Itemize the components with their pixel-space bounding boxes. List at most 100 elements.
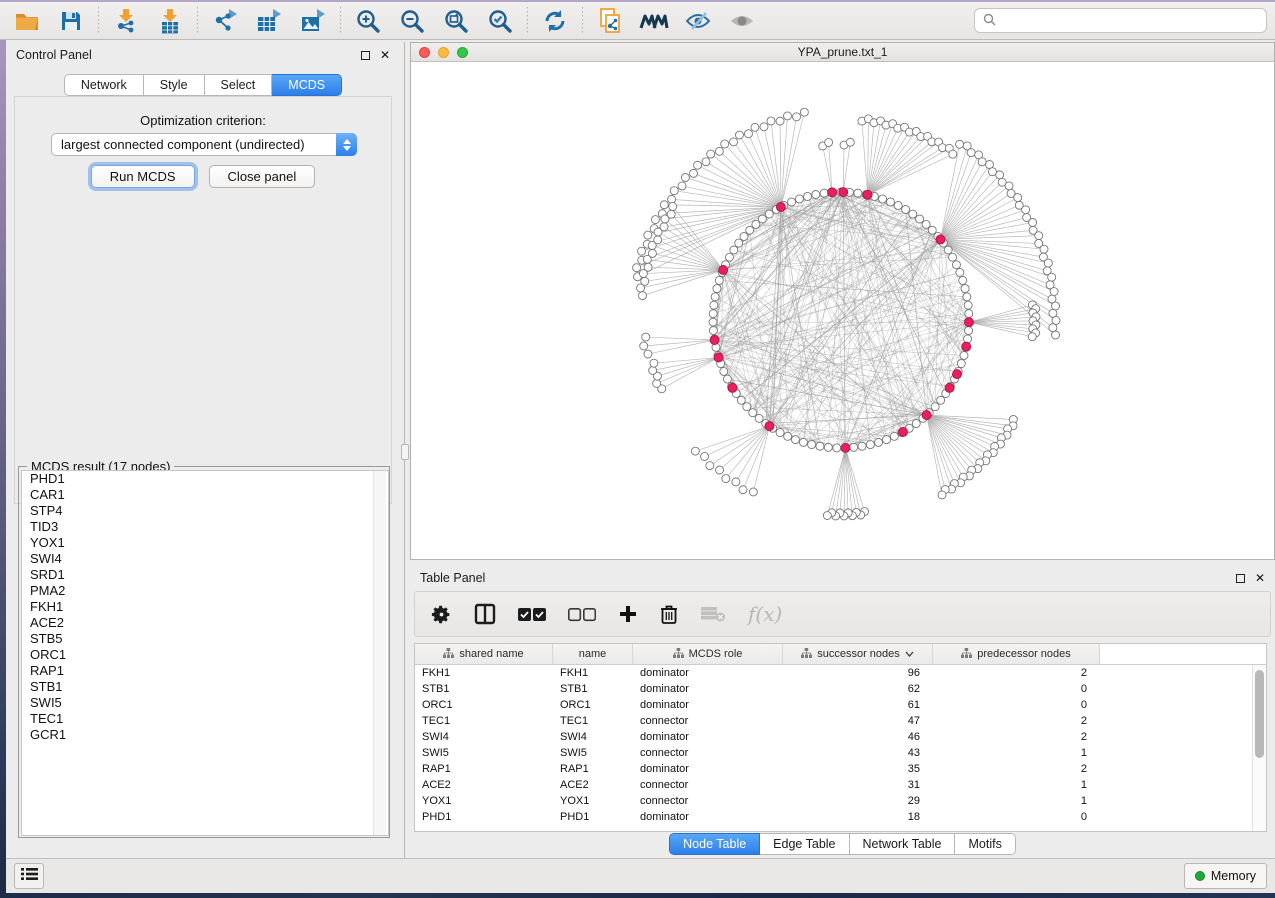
network-node[interactable] bbox=[944, 246, 952, 254]
network-node[interactable] bbox=[1014, 194, 1022, 202]
column-header-shared-name[interactable]: shared name bbox=[415, 644, 553, 664]
new-network-from-selection-button[interactable] bbox=[591, 5, 629, 37]
network-node[interactable] bbox=[850, 443, 858, 451]
mcds-node[interactable] bbox=[765, 422, 774, 431]
mcds-node[interactable] bbox=[710, 336, 719, 345]
network-node[interactable] bbox=[751, 123, 759, 131]
mcds-node[interactable] bbox=[953, 370, 962, 379]
network-node[interactable] bbox=[928, 226, 936, 234]
network-node[interactable] bbox=[737, 396, 745, 404]
network-node[interactable] bbox=[638, 247, 646, 255]
tab-select[interactable]: Select bbox=[205, 74, 273, 96]
network-node[interactable] bbox=[1049, 324, 1057, 332]
network-node[interactable] bbox=[866, 441, 874, 449]
network-node[interactable] bbox=[730, 138, 738, 146]
network-node[interactable] bbox=[678, 182, 686, 190]
table-row[interactable]: TEC1TEC1connector472 bbox=[415, 713, 1266, 729]
network-node[interactable] bbox=[669, 202, 677, 210]
close-table-panel-icon[interactable]: ✕ bbox=[1255, 574, 1265, 583]
network-node[interactable] bbox=[651, 216, 659, 224]
export-network-button[interactable] bbox=[206, 5, 244, 37]
network-node[interactable] bbox=[1022, 206, 1030, 214]
network-node[interactable] bbox=[854, 189, 862, 197]
network-node[interactable] bbox=[653, 379, 661, 387]
table-scrollbar-thumb[interactable] bbox=[1255, 670, 1264, 758]
network-node[interactable] bbox=[883, 436, 891, 444]
mcds-result-item[interactable]: YOX1 bbox=[22, 535, 388, 551]
network-node[interactable] bbox=[922, 220, 930, 228]
network-node[interactable] bbox=[721, 140, 729, 148]
network-node[interactable] bbox=[670, 187, 678, 195]
network-node[interactable] bbox=[644, 231, 652, 239]
network-window-titlebar[interactable]: YPA_prune.txt_1 bbox=[411, 43, 1274, 62]
mcds-result-item[interactable]: SRD1 bbox=[22, 567, 388, 583]
network-node[interactable] bbox=[648, 249, 656, 257]
table-row[interactable]: ORC1ORC1dominator610 bbox=[415, 697, 1266, 713]
network-node[interactable] bbox=[960, 352, 968, 360]
mcds-node[interactable] bbox=[719, 265, 728, 274]
tab-mcds[interactable]: MCDS bbox=[272, 74, 342, 96]
close-panel-button[interactable]: Close panel bbox=[209, 165, 316, 188]
network-node[interactable] bbox=[938, 491, 946, 499]
save-session-button[interactable] bbox=[52, 5, 90, 37]
mcds-result-item[interactable]: CAR1 bbox=[22, 487, 388, 503]
mcds-result-item[interactable]: TID3 bbox=[22, 519, 388, 535]
table-row[interactable]: ACE2ACE2connector311 bbox=[415, 777, 1266, 793]
float-table-panel-icon[interactable] bbox=[1236, 574, 1245, 583]
table-row[interactable]: RAP1RAP1dominator352 bbox=[415, 761, 1266, 777]
show-all-button[interactable] bbox=[723, 5, 761, 37]
network-node[interactable] bbox=[964, 335, 972, 343]
mcds-result-item[interactable]: STP4 bbox=[22, 503, 388, 519]
mcds-node[interactable] bbox=[964, 318, 973, 327]
network-node[interactable] bbox=[931, 403, 939, 411]
network-node[interactable] bbox=[735, 131, 743, 139]
network-node[interactable] bbox=[739, 486, 747, 494]
table-row[interactable]: SWI4SWI4dominator462 bbox=[415, 729, 1266, 745]
network-node[interactable] bbox=[707, 150, 715, 158]
network-node[interactable] bbox=[711, 293, 719, 301]
open-file-button[interactable] bbox=[8, 5, 46, 37]
network-node[interactable] bbox=[956, 268, 964, 276]
run-mcds-button[interactable]: Run MCDS bbox=[91, 165, 195, 188]
show-panel-menu-button[interactable] bbox=[14, 863, 44, 889]
network-node[interactable] bbox=[783, 112, 791, 120]
network-node[interactable] bbox=[730, 246, 738, 254]
column-header-name[interactable]: name bbox=[553, 644, 633, 664]
network-node[interactable] bbox=[746, 226, 754, 234]
zoom-fit-button[interactable] bbox=[437, 5, 475, 37]
network-node[interactable] bbox=[956, 140, 964, 148]
network-node[interactable] bbox=[650, 359, 658, 367]
network-node[interactable] bbox=[758, 215, 766, 223]
column-header-MCDS-role[interactable]: MCDS role bbox=[633, 644, 783, 664]
network-node[interactable] bbox=[1040, 245, 1048, 253]
network-node[interactable] bbox=[804, 192, 812, 200]
mcds-node[interactable] bbox=[839, 188, 848, 197]
mcds-result-item[interactable]: GCR1 bbox=[22, 727, 388, 743]
mcds-node[interactable] bbox=[728, 383, 737, 392]
network-node[interactable] bbox=[959, 276, 967, 284]
network-node[interactable] bbox=[744, 130, 752, 138]
memory-button[interactable]: Memory bbox=[1184, 863, 1267, 889]
network-canvas[interactable] bbox=[411, 62, 1274, 559]
mcds-result-item[interactable]: ORC1 bbox=[22, 647, 388, 663]
network-node[interactable] bbox=[755, 414, 763, 422]
network-node[interactable] bbox=[732, 478, 740, 486]
network-node[interactable] bbox=[961, 285, 969, 293]
network-node[interactable] bbox=[816, 442, 824, 450]
network-node[interactable] bbox=[886, 198, 894, 206]
network-node[interactable] bbox=[812, 191, 820, 199]
network-node[interactable] bbox=[709, 327, 717, 335]
table-row[interactable]: FKH1FKH1dominator962 bbox=[415, 665, 1266, 681]
delete-column-trash-icon[interactable] bbox=[660, 604, 678, 625]
splitter-grip[interactable] bbox=[401, 444, 409, 460]
network-node[interactable] bbox=[833, 444, 841, 452]
mcds-result-item[interactable]: PHD1 bbox=[22, 471, 388, 487]
import-network-button[interactable] bbox=[107, 5, 145, 37]
network-node[interactable] bbox=[735, 239, 743, 247]
float-panel-icon[interactable] bbox=[361, 51, 370, 60]
network-node[interactable] bbox=[725, 253, 733, 261]
network-node[interactable] bbox=[858, 442, 866, 450]
network-node[interactable] bbox=[952, 261, 960, 269]
network-node[interactable] bbox=[916, 215, 924, 223]
network-node[interactable] bbox=[965, 327, 973, 335]
